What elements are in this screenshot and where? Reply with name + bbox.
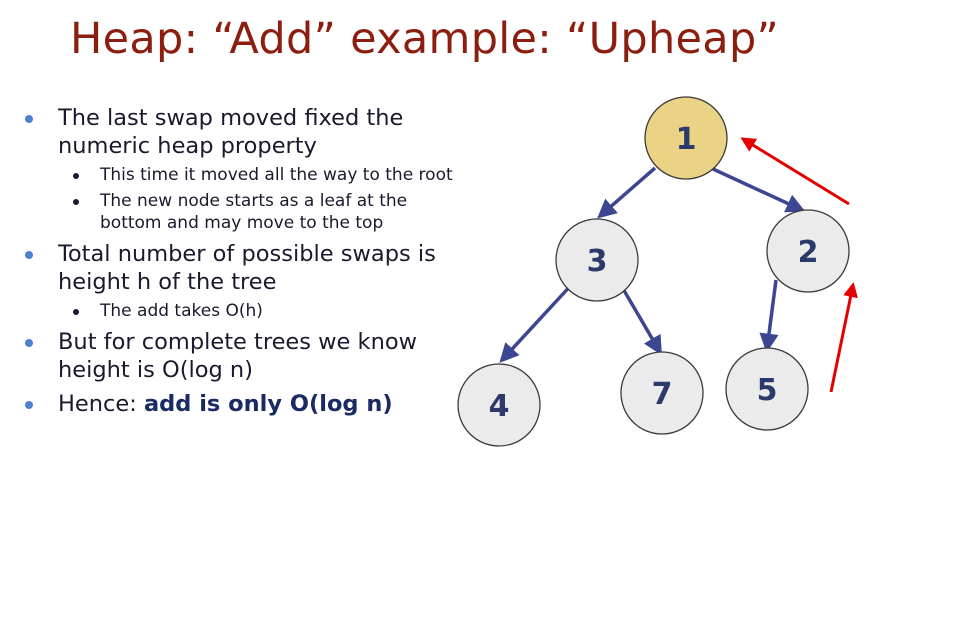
edge-root-right — [712, 167, 806, 213]
edge-left-leftright — [620, 286, 662, 356]
sub-bullet-root: This time it moved all the way to the ro… — [22, 164, 462, 186]
sub-bullet-add-oh: The add takes O(h) — [22, 300, 462, 322]
heap-node-root: 1 — [644, 96, 728, 180]
edge-left-leftleft — [499, 280, 576, 363]
edge-right-rightleft — [759, 279, 779, 353]
node-label: 7 — [652, 377, 673, 412]
sub-bullet-leaf: The new node starts as a leaf at the bot… — [22, 190, 462, 234]
heap-node-left-right: 7 — [620, 351, 704, 435]
heap-node-right-left: 5 — [725, 347, 809, 431]
bullet-list: The last swap moved fixed the numeric he… — [22, 104, 462, 420]
heap-node-right: 2 — [766, 209, 850, 293]
bullet-hence: Hence: add is only O(log n) — [22, 390, 462, 418]
upheap-arrow-upper — [740, 137, 850, 206]
node-label: 3 — [587, 244, 608, 279]
bullet-swap-fixed: The last swap moved fixed the numeric he… — [22, 104, 462, 160]
hence-prefix: Hence: — [58, 391, 144, 417]
upheap-arrow-lower — [829, 282, 858, 393]
hence-bold: add is only O(log n) — [143, 391, 393, 417]
heap-tree-diagram: 1 3 2 4 7 5 — [457, 96, 858, 447]
heap-node-left-left: 4 — [457, 363, 541, 447]
node-label: 4 — [489, 389, 510, 424]
node-label: 2 — [798, 235, 819, 270]
node-label: 1 — [676, 122, 697, 157]
heap-node-left: 3 — [555, 218, 639, 302]
node-label: 5 — [757, 373, 778, 408]
bullet-complete-trees: But for complete trees we know height is… — [22, 328, 462, 384]
edge-root-left — [597, 166, 657, 219]
bullet-possible-swaps: Total number of possible swaps is height… — [22, 240, 462, 296]
slide-title: Heap: “Add” example: “Upheap” — [70, 14, 780, 64]
